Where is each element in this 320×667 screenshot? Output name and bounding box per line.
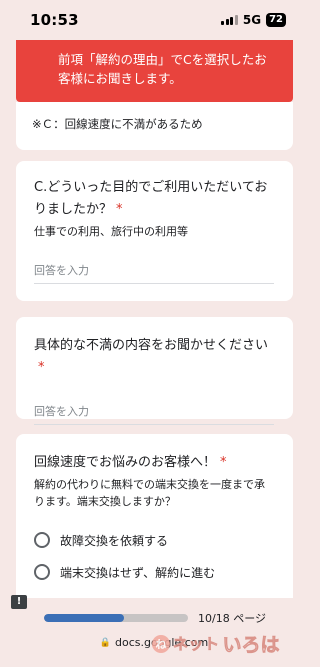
status-time: 10:53 — [30, 11, 79, 29]
watermark-badge: ね — [152, 634, 170, 653]
answer-input-purpose[interactable] — [34, 258, 274, 284]
question-title: C.どういった目的でご利用いただいておりましたか？ * — [34, 180, 268, 217]
radio-button[interactable] — [34, 532, 50, 548]
answer-input-complaint[interactable] — [34, 399, 274, 425]
required-mark: * — [220, 455, 227, 470]
lock-icon: 🔒 — [99, 637, 111, 648]
watermark-text-2: いろは — [222, 634, 280, 657]
section-header: 前項「解約の理由」でCを選択したお客様にお聞きします。 — [16, 40, 293, 102]
section-header-text: 前項「解約の理由」でCを選択したお客様にお聞きします。 — [58, 52, 267, 86]
question-card-complaint: 具体的な不満の内容をお聞かせください* — [16, 317, 293, 425]
progress-bar-area: ! 10/18 ページ — [0, 595, 308, 628]
status-indicators: 5G 72 — [221, 13, 286, 27]
section-note-text: ※Ｃ：回線速度に不満があるため — [32, 117, 203, 131]
question-title: 具体的な不満の内容をお聞かせください* — [34, 338, 269, 375]
feedback-icon[interactable]: ! — [11, 595, 27, 609]
required-mark: * — [116, 202, 123, 217]
radio-label: 端末交換はせず、解約に進む — [60, 565, 216, 580]
signal-icon — [221, 15, 238, 25]
question-title: 回線速度でお悩みのお客様へ！ * — [34, 455, 227, 470]
question-card-device-exchange: 回線速度でお悩みのお客様へ！ * 解約の代わりに無料での端末交換を一度まで承ります… — [16, 434, 293, 598]
radio-option-repair[interactable]: 故障交換を依頼する — [34, 524, 275, 556]
watermark-text: ネット — [173, 635, 220, 654]
progress-track — [44, 614, 188, 622]
radio-option-cancel[interactable]: 端末交換はせず、解約に進む — [34, 556, 275, 588]
battery-icon: 72 — [266, 13, 286, 27]
question-card-purpose: C.どういった目的でご利用いただいておりましたか？ * 仕事での利用、旅行中の利用… — [16, 161, 293, 301]
radio-label: 故障交換を依頼する — [60, 533, 169, 548]
status-bar: 10:53 5G 72 — [0, 0, 308, 40]
network-type: 5G — [242, 13, 262, 27]
page-count: 10/18 ページ — [198, 612, 266, 625]
question-description: 仕事での利用、旅行中の利用等 — [34, 225, 188, 238]
radio-button[interactable] — [34, 564, 50, 580]
question-description: 解約の代わりに無料での端末交換を一度まで承ります。端末交換しますか？ — [34, 478, 265, 508]
progress-fill — [44, 614, 125, 622]
section-note: ※Ｃ：回線速度に不満があるため — [16, 102, 293, 150]
required-mark: * — [38, 360, 45, 375]
watermark-logo: ね ネット いろは — [152, 630, 280, 657]
